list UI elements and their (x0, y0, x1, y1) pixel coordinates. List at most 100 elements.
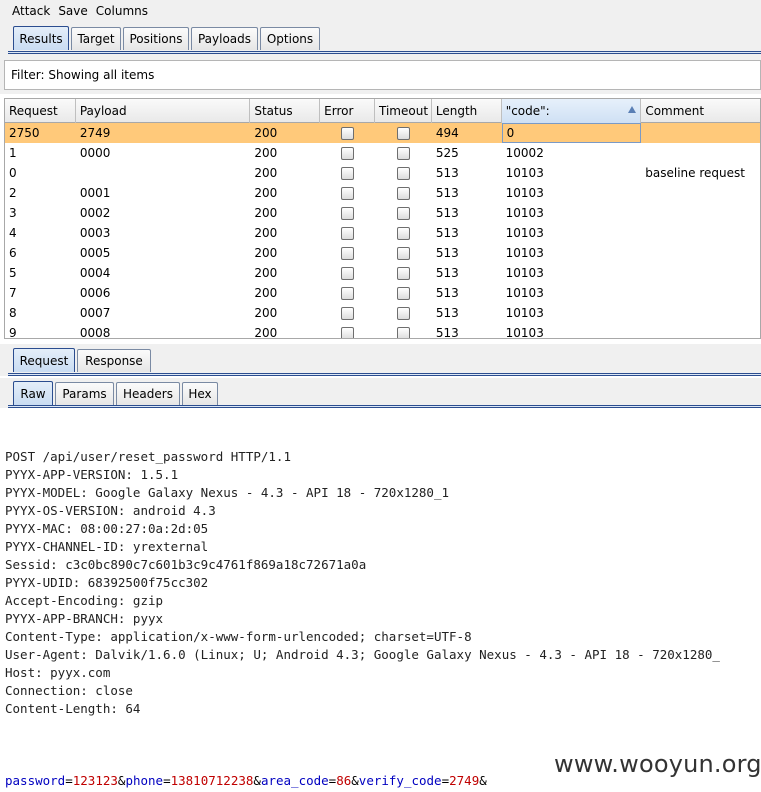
cell-code: 10103 (505, 266, 544, 280)
timeout-checkbox (396, 146, 410, 160)
cell-comment (641, 283, 760, 303)
menu-bar: Attack Save Columns (0, 0, 761, 22)
table-row[interactable]: 2 0001 200 513 10103 (5, 183, 760, 203)
cell-request: 5 (9, 266, 17, 280)
raw-request-editor[interactable]: POST /api/user/reset_password HTTP/1.1 PY… (0, 410, 761, 792)
error-checkbox (341, 166, 355, 180)
table-row[interactable]: 8 0007 200 513 10103 (5, 303, 760, 323)
cell-code: 0 (501, 123, 642, 143)
col-timeout[interactable]: Timeout (375, 99, 432, 123)
cell-request: 6 (9, 246, 17, 260)
tab-results[interactable]: Results (13, 26, 69, 50)
ampersand: & (351, 773, 359, 788)
request-line: PYYX-APP-VERSION: 1.5.1 (5, 467, 179, 482)
cell-comment (641, 123, 760, 143)
cell-request: 1 (9, 146, 17, 160)
tab-target[interactable]: Target (71, 27, 121, 50)
request-line: PYYX-MAC: 08:00:27:0a:2d:05 (5, 521, 209, 536)
tab-headers[interactable]: Headers (116, 382, 180, 405)
cell-timeout (375, 303, 432, 323)
body-param-name: area_code (260, 773, 329, 788)
cell-request: 8 (9, 306, 17, 320)
cell-length: 525 (435, 146, 459, 160)
request-line: Host: pyyx.com (5, 665, 111, 680)
cell-timeout (375, 143, 432, 163)
results-table: Request Payload Status Error Timeout Len… (4, 98, 761, 339)
sort-ascending-icon (628, 106, 637, 113)
filter-field[interactable]: Filter: Showing all items (4, 60, 761, 90)
cell-error (320, 123, 375, 143)
tab-request[interactable]: Request (13, 348, 75, 372)
col-code[interactable]: "code": (501, 99, 642, 123)
tab-params[interactable]: Params (55, 382, 114, 405)
cell-comment (641, 203, 760, 223)
table-row[interactable]: 5 0004 200 513 10103 (5, 263, 760, 283)
tab-hex[interactable]: Hex (182, 382, 218, 405)
cell-payload: 0003 (79, 226, 111, 240)
cell-payload: 2749 (79, 126, 111, 140)
table-row[interactable]: 6 0005 200 513 10103 (5, 243, 760, 263)
cell-comment (641, 183, 760, 203)
cell-error (320, 223, 375, 243)
cell-request: 2750 (9, 126, 40, 140)
cell-error (320, 183, 375, 203)
cell-comment (641, 303, 760, 323)
cell-length: 513 (435, 226, 459, 240)
top-tab-bar: Results Target Positions Payloads Option… (0, 22, 761, 54)
view-tab-bar: Raw Params Headers Hex (0, 378, 761, 408)
menu-save[interactable]: Save (58, 4, 87, 18)
request-line: POST /api/user/reset_password HTTP/1.1 (5, 449, 291, 464)
col-payload[interactable]: Payload (76, 99, 251, 123)
request-line: PYYX-UDID: 68392500f75cc302 (5, 575, 209, 590)
col-status[interactable]: Status (250, 99, 321, 123)
table-row[interactable]: 7 0006 200 513 10103 (5, 283, 760, 303)
timeout-checkbox (396, 126, 410, 140)
cell-length: 513 (435, 246, 459, 260)
menu-attack[interactable]: Attack (12, 4, 50, 18)
cell-request: 0 (9, 166, 17, 180)
cell-status: 200 (254, 246, 278, 260)
col-length[interactable]: Length (432, 99, 502, 123)
tab-response[interactable]: Response (77, 349, 151, 372)
col-error[interactable]: Error (320, 99, 376, 123)
cell-timeout (375, 263, 432, 283)
tab-positions[interactable]: Positions (123, 27, 189, 50)
tab-raw[interactable]: Raw (13, 381, 53, 405)
timeout-checkbox (396, 186, 410, 200)
cell-request: 9 (9, 326, 17, 339)
timeout-checkbox (396, 286, 410, 300)
timeout-checkbox (396, 226, 410, 240)
table-row[interactable]: 1 0000 200 525 10002 (5, 143, 760, 163)
cell-length: 513 (435, 186, 459, 200)
message-tab-underline (8, 373, 761, 376)
cell-payload: 0008 (79, 326, 111, 339)
table-row[interactable]: 4 0003 200 513 10103 (5, 223, 760, 243)
timeout-checkbox (396, 166, 410, 180)
menu-columns[interactable]: Columns (96, 4, 148, 18)
table-row[interactable]: 3 0002 200 513 10103 (5, 203, 760, 223)
col-comment[interactable]: Comment (641, 99, 760, 123)
table-row[interactable]: 0 200 513 10103 baseline request (5, 163, 760, 183)
table-row[interactable]: 2750 2749 200 494 0 (5, 123, 760, 143)
col-request[interactable]: Request (5, 99, 76, 123)
tab-payloads[interactable]: Payloads (191, 27, 258, 50)
cell-length: 513 (435, 326, 459, 339)
cell-error (320, 323, 375, 338)
cell-code: 10103 (505, 326, 544, 339)
timeout-checkbox (396, 266, 410, 280)
table-row[interactable]: 9 0008 200 513 10103 (5, 323, 760, 339)
cell-comment (641, 323, 760, 338)
request-line: PYYX-CHANNEL-ID: yrexternal (5, 539, 209, 554)
equals-sign: = (65, 773, 73, 788)
cell-status: 200 (254, 266, 278, 280)
request-line: User-Agent: Dalvik/1.6.0 (Linux; U; Andr… (5, 647, 720, 662)
cell-payload: 0005 (79, 246, 111, 260)
cell-code: 10002 (505, 146, 544, 160)
request-line: Content-Type: application/x-www-form-url… (5, 629, 472, 644)
cell-timeout (375, 183, 432, 203)
timeout-checkbox (396, 306, 410, 320)
request-line: PYYX-MODEL: Google Galaxy Nexus - 4.3 - … (5, 485, 450, 500)
cell-comment (641, 263, 760, 283)
ampersand: & (253, 773, 261, 788)
tab-options[interactable]: Options (260, 27, 320, 50)
